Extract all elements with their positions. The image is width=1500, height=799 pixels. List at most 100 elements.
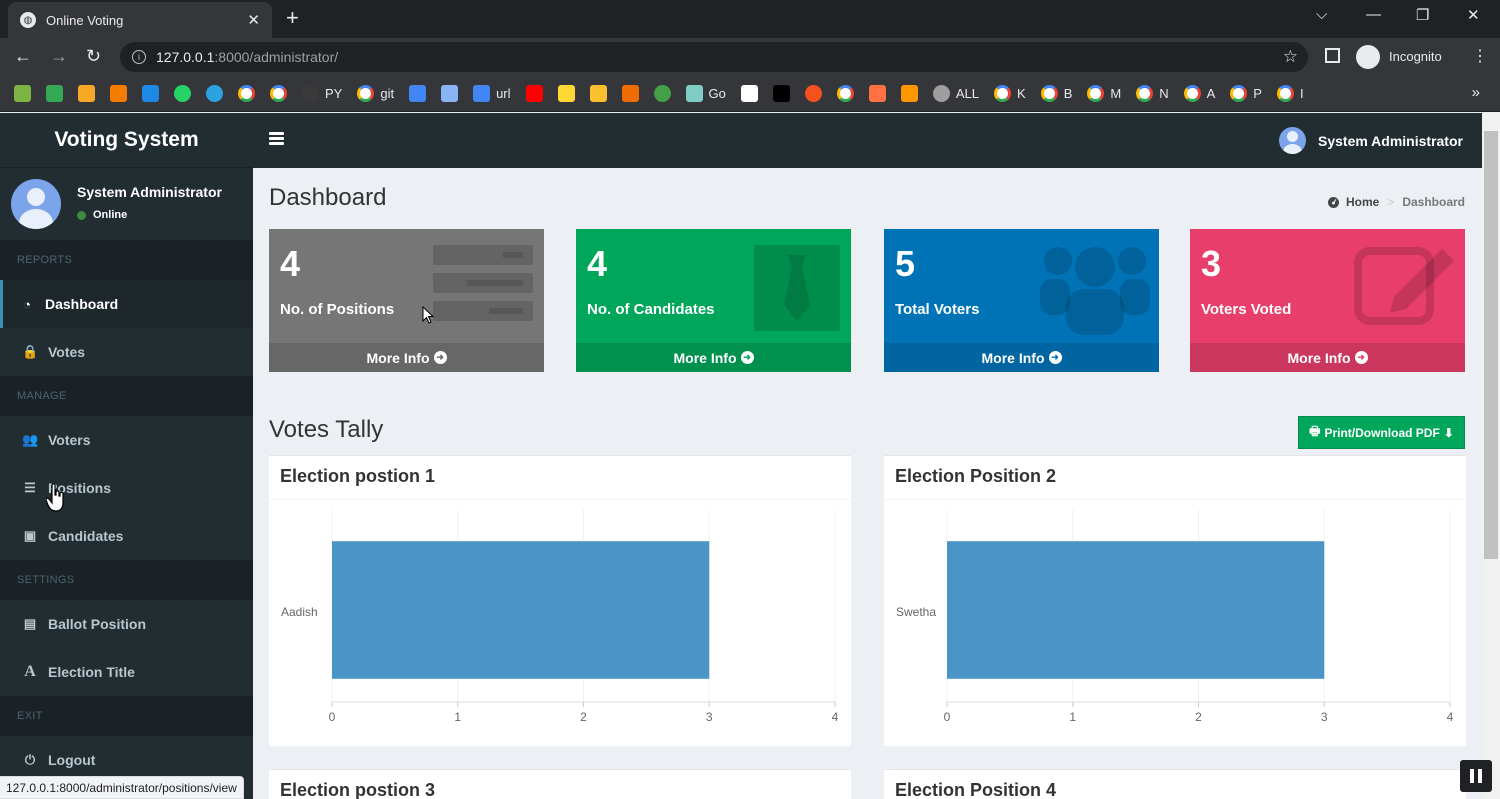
bookmark-label: M [1110, 86, 1122, 101]
reload-icon[interactable]: ↻ [86, 46, 101, 66]
votes-tally-title: Votes Tally [269, 416, 384, 443]
incognito-icon[interactable] [1356, 45, 1380, 69]
plus-square-icon [46, 85, 63, 102]
yandex-icon [804, 85, 822, 102]
top-avatar[interactable] [1279, 127, 1306, 154]
google-icon [238, 85, 255, 102]
bookmark-item[interactable] [110, 85, 127, 102]
bookmark-item[interactable] [78, 85, 95, 102]
bookmark-item[interactable]: M [1087, 85, 1121, 102]
site-info-icon[interactable]: i [132, 50, 146, 64]
bookmark-item[interactable] [868, 85, 886, 102]
bookmark-item[interactable] [46, 85, 63, 102]
bookmark-item[interactable] [14, 85, 31, 102]
x-tick-label: 0 [329, 710, 336, 724]
tab-title: Online Voting [46, 12, 124, 28]
arrow-circle-right-icon: ➜ [740, 351, 754, 364]
x-tick-label: 4 [832, 710, 839, 724]
bookmark-item[interactable]: P [1230, 85, 1262, 102]
breadcrumb-home[interactable]: Home [1346, 195, 1379, 209]
youtube-icon [525, 85, 543, 102]
bookmark-item[interactable]: N [1136, 85, 1169, 102]
bookmarks-bar: PY git url Go ALL K B M N A P I » [0, 76, 1500, 112]
browser-menu-icon[interactable]: ⋮ [1472, 46, 1488, 66]
bookmark-item[interactable] [238, 85, 255, 102]
circle-icon [653, 85, 671, 102]
bookmark-item[interactable] [900, 85, 918, 102]
sidebar-toggle-icon[interactable] [269, 132, 284, 147]
bookmark-item[interactable]: git [357, 85, 394, 102]
side-panel-icon[interactable] [1325, 48, 1340, 63]
scrollbar-thumb[interactable] [1484, 131, 1498, 559]
top-username[interactable]: System Administrator [1318, 133, 1463, 149]
close-tab-icon[interactable]: ✕ [247, 11, 260, 29]
print-download-pdf-button[interactable]: 🖶 Print/Download PDF ⬇ [1298, 416, 1465, 449]
browser-tab[interactable]: ◍ Online Voting ✕ [8, 2, 272, 38]
print-icon: 🖶 [1309, 424, 1321, 438]
sidebar-item-label: Dashboard [45, 296, 119, 312]
dashboard-icon: ◔ [23, 296, 31, 312]
bookmark-item[interactable] [772, 85, 790, 102]
bookmark-item[interactable] [836, 85, 854, 102]
bookmark-item[interactable] [557, 85, 575, 102]
tab-search-icon[interactable]: ⌵ [1316, 6, 1327, 23]
sidebar-item-dashboard[interactable]: ◔ Dashboard [0, 280, 253, 328]
bookmark-item[interactable]: A [1183, 85, 1215, 102]
more-info-link[interactable]: More Info ➜ [269, 343, 544, 372]
pause-button[interactable] [1460, 760, 1492, 792]
more-info-label: More Info [1287, 349, 1351, 366]
bookmark-item[interactable] [621, 85, 639, 102]
chart-box-3: Election postion 3 [269, 769, 851, 799]
bookmark-item[interactable] [525, 85, 543, 102]
app-logo[interactable]: Voting System [0, 113, 253, 168]
font-icon: A [24, 663, 36, 680]
sidebar-item-election-title[interactable]: A Election Title [0, 648, 253, 696]
forward-icon[interactable]: → [50, 46, 68, 66]
bookmark-item[interactable] [206, 85, 223, 102]
x-tick-label: 4 [1447, 710, 1454, 724]
chart-title: Election Position 2 [895, 466, 1057, 486]
bookmark-item[interactable] [589, 85, 607, 102]
bookmark-item[interactable] [740, 85, 758, 102]
more-info-link[interactable]: More Info ➜ [884, 343, 1159, 372]
address-bar[interactable]: i 127.0.0.1 :8000/administrator/ ☆ [120, 42, 1308, 72]
sidebar-menu: REPORTS ◔ Dashboard 🔒 Votes MANAGE 👥 Voters ☰ Pos… [0, 240, 253, 784]
bookmark-label: B [1063, 86, 1073, 101]
google-icon [1183, 85, 1201, 102]
bookmark-item[interactable]: K [994, 85, 1026, 102]
bookmark-item[interactable] [142, 85, 159, 102]
sidebar-item-votes[interactable]: 🔒 Votes [0, 328, 253, 376]
restore-button[interactable]: ❐ [1416, 6, 1429, 24]
bookmark-item[interactable]: url [473, 85, 511, 102]
bar [947, 541, 1325, 679]
sidebar-item-ballot-position[interactable]: ▤ Ballot Position [0, 600, 253, 648]
sidebar-item-positions[interactable]: ☰ Positions [0, 464, 253, 512]
bookmark-star-icon[interactable]: ☆ [1283, 47, 1298, 67]
bookmark-item[interactable]: Go [685, 85, 726, 102]
more-info-link[interactable]: More Info ➜ [576, 343, 851, 372]
bookmark-item[interactable]: I [1276, 85, 1304, 102]
incognito-label[interactable]: Incognito [1389, 49, 1442, 64]
stat-label: No. of Candidates [587, 301, 715, 318]
bookmark-item[interactable] [270, 85, 287, 102]
new-tab-button[interactable]: + [286, 7, 299, 29]
bookmark-item[interactable] [409, 85, 427, 102]
sidebar-item-voters[interactable]: 👥 Voters [0, 416, 253, 464]
bolt-icon [868, 85, 886, 102]
sidebar-item-candidates[interactable]: ▣ Candidates [0, 512, 253, 560]
bookmark-item[interactable]: ALL [932, 85, 979, 102]
bookmark-item[interactable]: B [1040, 85, 1073, 102]
more-bookmarks-icon[interactable]: » [1472, 84, 1480, 101]
page-scrollbar[interactable] [1482, 113, 1500, 799]
minimize-button[interactable]: — [1366, 6, 1381, 23]
bookmark-item[interactable]: PY [302, 85, 342, 102]
bookmark-item[interactable] [804, 85, 822, 102]
more-info-link[interactable]: More Info ➜ [1190, 343, 1465, 372]
close-window-button[interactable]: ✕ [1467, 6, 1480, 24]
bookmark-item[interactable] [441, 85, 459, 102]
back-icon[interactable]: ← [14, 46, 32, 66]
bookmark-label: git [380, 86, 395, 101]
bookmark-item[interactable] [653, 85, 671, 102]
bookmark-item[interactable] [174, 85, 191, 102]
list-icon [433, 245, 533, 321]
